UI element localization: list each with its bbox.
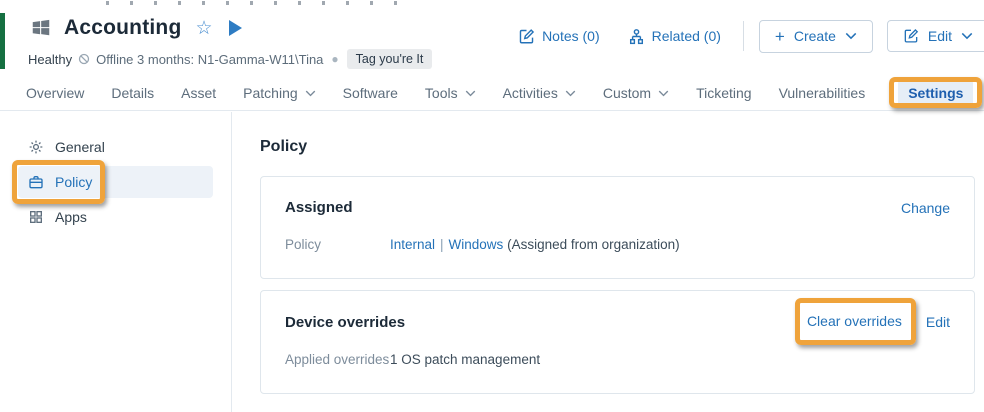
- notes-icon: [518, 28, 535, 45]
- offline-status-text: Offline 3 months: N1-Gamma-W11\Tina: [96, 52, 323, 67]
- health-status-label: Healthy: [28, 52, 72, 67]
- gear-icon: [28, 139, 44, 155]
- tab-patching[interactable]: Patching: [243, 85, 315, 101]
- tab-overview[interactable]: Overview: [26, 85, 84, 101]
- tab-asset[interactable]: Asset: [181, 85, 216, 101]
- chevron-down-icon: [305, 90, 316, 97]
- sidebar-item-policy[interactable]: Policy: [18, 166, 213, 198]
- chevron-down-icon: [465, 90, 476, 97]
- device-header: Accounting ☆ Healthy Offline 3 months: N…: [0, 10, 984, 70]
- content-heading: Policy: [260, 138, 975, 156]
- row-label: Applied overrides: [285, 352, 390, 367]
- windows-logo-icon: [30, 17, 52, 39]
- page-title: Accounting: [64, 16, 182, 40]
- policy-assignment-note: (Assigned from organization): [507, 237, 680, 252]
- row-label: Policy: [285, 237, 390, 252]
- grid-icon: [28, 209, 44, 225]
- clear-overrides-link[interactable]: Clear overrides: [807, 313, 902, 329]
- change-policy-link[interactable]: Change: [901, 200, 950, 216]
- device-tag[interactable]: Tag you're It: [347, 49, 433, 69]
- policy-windows-link[interactable]: Windows: [449, 237, 504, 252]
- chevron-down-icon: [565, 90, 576, 97]
- clipped-text-remnant: [106, 1, 416, 5]
- assigned-policy-card: Assigned Change Policy Internal|Windows …: [260, 176, 975, 279]
- tab-tools[interactable]: Tools: [425, 85, 476, 101]
- separator-dot: ●: [329, 52, 340, 66]
- chevron-down-icon: [961, 32, 973, 40]
- policy-settings-panel: Policy Assigned Change Policy Internal|W…: [233, 112, 984, 412]
- policy-internal-link[interactable]: Internal: [390, 237, 435, 252]
- offline-icon: [78, 53, 90, 65]
- tab-activities[interactable]: Activities: [503, 85, 576, 101]
- tab-ticketing[interactable]: Ticketing: [696, 85, 752, 101]
- applied-overrides-row: Applied overrides 1 OS patch management: [285, 352, 950, 367]
- device-overrides-card: Device overrides Clear overrides Edit Ap…: [260, 290, 975, 394]
- sidebar-item-apps[interactable]: Apps: [18, 201, 213, 233]
- policy-row: Policy Internal|Windows (Assigned from o…: [285, 237, 950, 252]
- tab-settings[interactable]: Settings: [898, 80, 973, 106]
- favorite-star-icon[interactable]: ☆: [196, 19, 213, 38]
- related-hierarchy-icon: [628, 28, 645, 45]
- sidebar-item-general[interactable]: General: [18, 131, 213, 163]
- plus-icon: +: [775, 28, 785, 45]
- settings-sidebar: General Policy Apps: [0, 112, 232, 412]
- health-status-bar: [0, 13, 5, 69]
- pipe-separator: |: [435, 237, 449, 252]
- related-link[interactable]: Related (0): [628, 28, 721, 45]
- sidebar-item-label: Apps: [55, 209, 87, 225]
- header-divider: [743, 21, 744, 51]
- edit-pencil-icon: [903, 28, 919, 44]
- card-title: Device overrides: [285, 314, 405, 331]
- run-play-icon[interactable]: [229, 20, 242, 36]
- sidebar-item-label: Policy: [55, 174, 92, 190]
- edit-overrides-link[interactable]: Edit: [926, 314, 950, 330]
- tab-custom[interactable]: Custom: [603, 85, 669, 101]
- card-title: Assigned: [285, 199, 353, 216]
- briefcase-icon: [28, 174, 44, 190]
- chevron-down-icon: [845, 32, 857, 40]
- edit-button[interactable]: Edit: [887, 20, 984, 52]
- device-tab-bar: Overview Details Asset Patching Software…: [0, 76, 984, 111]
- applied-overrides-value: 1 OS patch management: [390, 352, 540, 367]
- sidebar-item-label: General: [55, 139, 105, 155]
- tab-details[interactable]: Details: [111, 85, 154, 101]
- chevron-down-icon: [658, 90, 669, 97]
- tab-vulnerabilities[interactable]: Vulnerabilities: [779, 85, 866, 101]
- notes-link[interactable]: Notes (0): [518, 28, 600, 45]
- create-button[interactable]: + Create: [759, 20, 873, 53]
- tab-software[interactable]: Software: [343, 85, 398, 101]
